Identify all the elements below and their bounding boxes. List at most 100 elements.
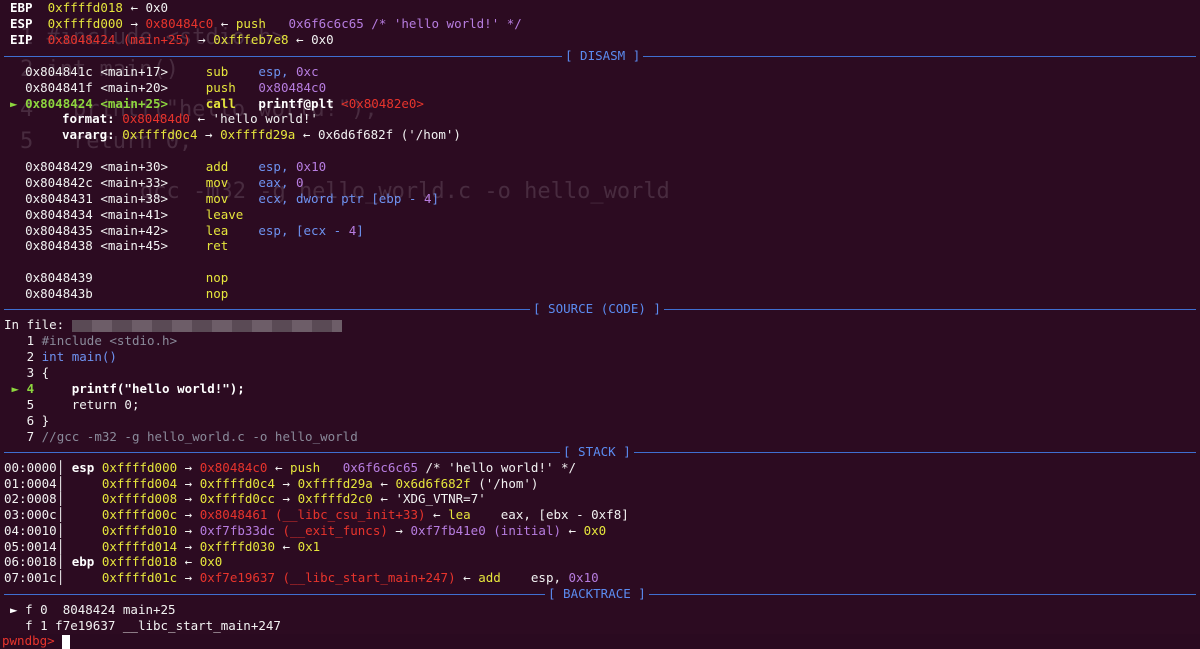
stack-value: 0xffffd010 [101,522,178,538]
source-line: 3 { [4,365,50,381]
reg-ebp: EBP 0xffffd018 ← 0x0 [10,0,168,16]
disasm-operand: esp, [258,159,297,174]
reg-symbol: (main+25) [122,32,191,47]
disasm-operand: ] [431,191,440,206]
stack-row: 07:001c│ 0xffffd01c → 0xf7e19637 (__libc… [4,570,599,586]
stack-text [275,570,283,585]
stack-instruction: add [478,569,501,585]
stack-value: 0xffffd018 [101,554,178,570]
reg-eip: EIP 0x8048424 (main+25) → 0xfffeb7e8 ← 0… [10,32,334,48]
stack-text [283,460,291,475]
stack-row: 06:0018│ ebp 0xffffd018 ← 0x0 [4,554,222,570]
status-bar [0,634,1200,649]
disasm-address: 0x8048429 [25,159,101,174]
stack-register: esp [71,460,102,475]
current-marker [10,191,25,206]
reg-name: EIP [10,32,33,47]
disasm-opcode: push [205,80,259,95]
stack-text: ← [282,538,291,554]
stack-offset: 04:0010 [4,522,57,538]
disasm-address: 0x8048424 [25,96,101,111]
stack-text: world!' [500,460,554,475]
stack-value: 0xffffd0c4 [199,475,275,491]
stack-text [192,460,200,475]
stack-text [192,554,200,569]
stack-text: 'hello [448,460,494,475]
disasm-row: 0x8048429 <main+30> add esp, 0x10 [10,159,326,175]
stack-offset: 06:0018 [4,554,57,570]
instruction: push [235,16,266,31]
current-marker [10,64,25,79]
disasm-row: 0x8048431 <main+38> mov ecx, dword ptr [… [10,191,439,207]
stack-row: 05:0014│ 0xffffd014 → 0xffffd030 ← 0x1 [4,539,320,555]
stack-value: 0xffffd004 [101,475,178,491]
arrow: → [130,16,138,31]
stack-row: 03:000c│ 0xffffd00c → 0x8048461 (__libc_… [4,507,629,523]
command-prompt[interactable]: pwndbg> [2,633,71,649]
stack-register [72,476,102,491]
disasm-opcode: lea [205,223,259,238]
stack-text [177,476,185,491]
disasm-operand: esp, [258,64,297,79]
disasm-operand: ecx, dword ptr [ebp - [258,191,424,206]
arrow: ← [302,127,311,142]
stack-instruction: lea [448,507,471,523]
stack-divider: │ [56,475,72,491]
disasm-address: 0x804841f [25,80,101,95]
current-marker [10,80,25,95]
stack-row: 04:0010│ 0xffffd010 → 0xf7fb33dc (__exit… [4,523,606,539]
line-number: 1 [26,333,42,348]
stack-row: 00:0000│ esp 0xffffd000 → 0x80484c0 ← pu… [4,460,576,476]
stack-text: → [282,475,291,491]
source-code: int main() [41,349,117,364]
stack-value: 0x6f6c6c65 [342,460,418,475]
stack-text [584,507,592,522]
stack-text [569,507,577,522]
arg-label: vararg: [62,127,115,142]
stack-value: 0x0 [583,522,607,538]
stack-value: 0xffffd008 [101,491,178,507]
stack-text [290,539,298,554]
reg-deref-value: 0x0 [311,32,334,47]
stack-text: /* [425,460,441,475]
disasm-symbol: <main+42> [100,223,206,238]
disasm-opcode: ret [205,238,259,253]
current-marker [4,365,27,380]
line-number: 5 [26,397,42,412]
source-code: #include <stdio.h> [41,333,178,348]
stack-text [192,539,200,554]
stack-value: 0xf7fb41e0 [410,522,486,538]
stack-value: 0xffffd000 [101,460,178,475]
stack-text: ← [274,460,283,475]
source-infile: In file: [4,317,342,333]
disasm-address: 0x8048435 [25,223,101,238]
stack-text [561,570,569,585]
stack-text: */ [561,460,577,475]
stack-value: 0xffffd030 [199,538,275,554]
stack-text [275,476,283,491]
backtrace-separator: [ BACKTRACE ] [0,586,1200,602]
disasm-operand: 0x80484c0 [258,80,327,95]
call-arg-vararg: vararg: 0xffffd0c4 → 0xffffd29a ← 0x6d6f… [62,127,461,143]
disasm-row: 0x8048439 nop [10,270,258,286]
current-marker [4,397,27,412]
arg-pointer: 0xffffd29a [220,127,296,142]
source-line: ► 4 printf("hello world!"); [4,381,245,397]
arrow: ← [197,111,206,126]
stack-text: esp, [530,569,561,585]
source-separator: [ SOURCE (CODE) ] [0,301,1200,317]
disasm-opcode: nop [205,286,259,301]
line-number: 6 [26,413,42,428]
disasm-symbol [100,270,205,285]
backtrace-frame: ► f 0 8048424 main+25 [10,602,176,618]
stack-value: 0xffffd0cc [199,491,275,507]
stack-text: [ebx [538,507,569,523]
stack-text [192,507,200,522]
disasm-opcode: sub [205,64,259,79]
stack-row: 02:0008│ 0xffffd008 → 0xffffd0cc → 0xfff… [4,491,486,507]
stack-divider: │ [56,554,72,570]
text-cursor[interactable] [62,634,71,649]
stack-text: - [576,507,584,523]
stack-text [177,539,185,554]
stack-text [177,523,185,538]
